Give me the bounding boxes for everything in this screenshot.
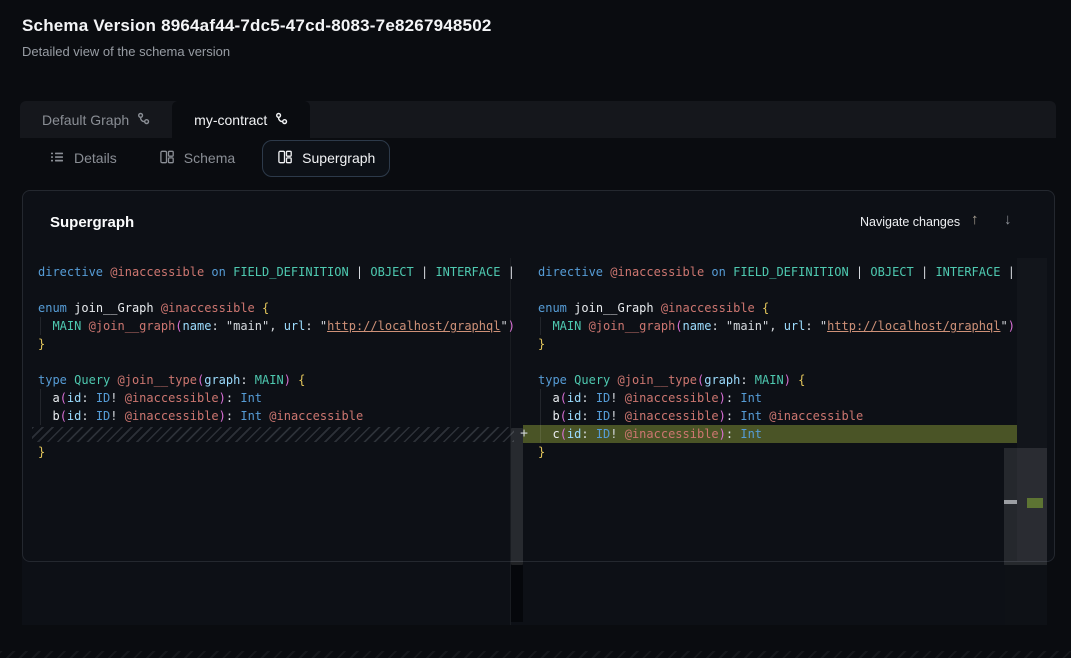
fork-icon bbox=[275, 112, 288, 128]
code-line: } bbox=[538, 335, 1017, 353]
ruler-added-mark bbox=[1027, 498, 1043, 508]
code-line: b(id: ID! @inaccessible): Int @inaccessi… bbox=[38, 407, 523, 425]
view-nav: Details Schema Supergraph bbox=[34, 140, 402, 176]
tab-default-graph[interactable]: Default Graph bbox=[20, 101, 172, 138]
fork-icon bbox=[137, 112, 150, 128]
tab-details-label: Details bbox=[74, 150, 117, 166]
code-line: a(id: ID! @inaccessible): Int bbox=[538, 389, 1017, 407]
schema-panels-icon bbox=[277, 149, 293, 168]
code-line: directive @inaccessible on FIELD_DEFINIT… bbox=[38, 263, 523, 281]
code-line: } bbox=[538, 443, 1017, 461]
code-line: } bbox=[38, 443, 523, 461]
code-line: directive @inaccessible on FIELD_DEFINIT… bbox=[538, 263, 1017, 281]
tab-details[interactable]: Details bbox=[34, 140, 132, 177]
tab-supergraph[interactable]: Supergraph bbox=[262, 140, 390, 177]
tab-schema[interactable]: Schema bbox=[144, 140, 250, 177]
removed-region-hatch bbox=[32, 427, 514, 442]
left-scrollbar[interactable] bbox=[511, 428, 523, 565]
page-subtitle: Detailed view of the schema version bbox=[22, 44, 230, 59]
diff-gutter bbox=[511, 562, 523, 622]
overview-ruler-lower bbox=[1005, 562, 1047, 625]
code-line: b(id: ID! @inaccessible): Int @inaccessi… bbox=[538, 407, 1017, 425]
ruler-cursor-mark bbox=[1004, 500, 1017, 504]
code-line: enum join__Graph @inaccessible { bbox=[38, 299, 523, 317]
code-line: MAIN @join__graph(name: "main", url: "ht… bbox=[38, 317, 523, 335]
list-icon bbox=[49, 149, 65, 168]
graph-tab-strip: Default Graph my-contract bbox=[20, 101, 1056, 138]
navigate-changes-label: Navigate changes bbox=[860, 215, 960, 229]
code-line: enum join__Graph @inaccessible { bbox=[538, 299, 1017, 317]
diff-original-pane[interactable]: directive @inaccessible on FIELD_DEFINIT… bbox=[22, 258, 523, 625]
code-line bbox=[38, 353, 523, 371]
tab-my-contract-label: my-contract bbox=[194, 112, 267, 128]
tab-schema-label: Schema bbox=[184, 150, 235, 166]
previous-change-button[interactable]: ↑ bbox=[971, 211, 979, 228]
code-line bbox=[538, 353, 1017, 371]
code-line: type Query @join__type(graph: MAIN) { bbox=[38, 371, 523, 389]
code-line: type Query @join__type(graph: MAIN) { bbox=[538, 371, 1017, 389]
tab-supergraph-label: Supergraph bbox=[302, 150, 375, 166]
code-line: a(id: ID! @inaccessible): Int bbox=[38, 389, 523, 407]
tab-my-contract[interactable]: my-contract bbox=[172, 101, 310, 138]
diff-modified-pane[interactable]: directive @inaccessible on FIELD_DEFINIT… bbox=[523, 258, 1017, 625]
schema-panels-icon bbox=[159, 149, 175, 168]
original-code: directive @inaccessible on FIELD_DEFINIT… bbox=[22, 258, 523, 461]
added-code-line: c(id: ID! @inaccessible): Int bbox=[523, 425, 1017, 443]
next-change-button[interactable]: ↓ bbox=[1004, 211, 1012, 228]
modified-code: directive @inaccessible on FIELD_DEFINIT… bbox=[523, 258, 1017, 461]
code-line: } bbox=[38, 335, 523, 353]
tab-default-graph-label: Default Graph bbox=[42, 112, 129, 128]
code-line bbox=[538, 281, 1017, 299]
code-line bbox=[38, 281, 523, 299]
added-line-marker: + bbox=[516, 426, 532, 441]
panel-title: Supergraph bbox=[50, 214, 134, 231]
page-title: Schema Version 8964af44-7dc5-47cd-8083-7… bbox=[22, 16, 492, 36]
collapsed-region-strip bbox=[0, 651, 1071, 658]
code-line: MAIN @join__graph(name: "main", url: "ht… bbox=[538, 317, 1017, 335]
